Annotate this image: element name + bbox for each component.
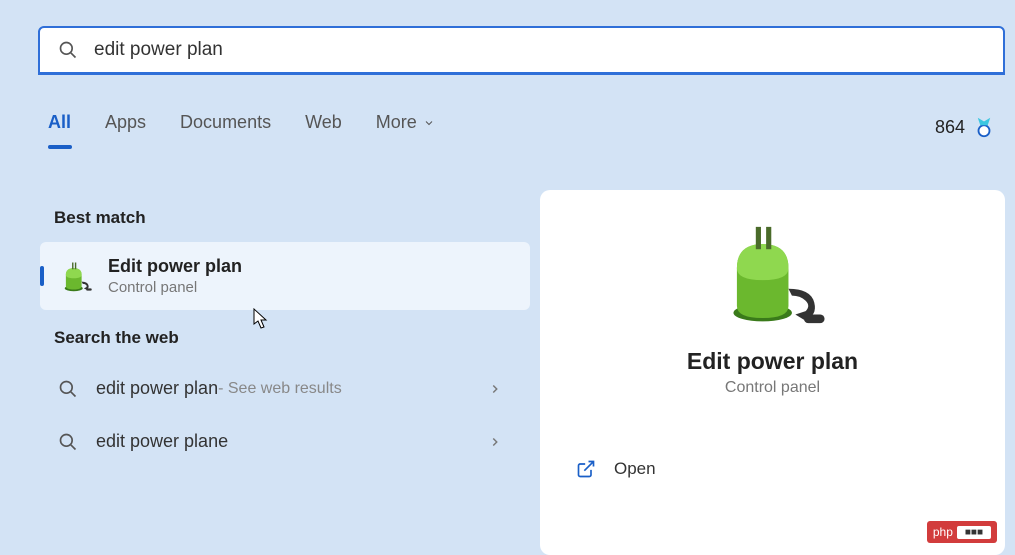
- web-result-suffix: - See web results: [218, 380, 342, 398]
- filter-tabs: All Apps Documents Web More 864: [48, 112, 995, 143]
- power-plan-icon-large: [718, 220, 828, 330]
- rewards-points[interactable]: 864: [935, 117, 995, 139]
- search-icon: [58, 432, 78, 452]
- search-icon: [58, 40, 78, 60]
- chevron-right-icon: [488, 382, 502, 396]
- tab-documents[interactable]: Documents: [180, 112, 271, 143]
- search-input[interactable]: [94, 39, 985, 61]
- result-subtitle: Control panel: [108, 279, 242, 296]
- search-bar[interactable]: [38, 26, 1005, 75]
- tab-more[interactable]: More: [376, 112, 435, 143]
- search-icon: [58, 379, 78, 399]
- tab-more-label: More: [376, 112, 417, 133]
- result-text: Edit power plan Control panel: [108, 256, 242, 296]
- watermark-main: php: [933, 525, 953, 539]
- web-result-query: edit power plan: [96, 378, 218, 399]
- web-result-query: edit power plane: [96, 431, 228, 452]
- search-results: Best match Edit power plan Control panel…: [40, 190, 530, 468]
- power-plan-icon: [58, 258, 94, 294]
- section-search-web: Search the web: [54, 328, 530, 348]
- chevron-right-icon: [488, 435, 502, 449]
- detail-pane: Edit power plan Control panel Open: [540, 190, 1005, 555]
- tab-apps[interactable]: Apps: [105, 112, 146, 143]
- rewards-icon: [973, 117, 995, 139]
- open-icon: [576, 459, 596, 479]
- points-value: 864: [935, 117, 965, 138]
- best-match-result[interactable]: Edit power plan Control panel: [40, 242, 530, 310]
- watermark-badge: php ■■■: [927, 521, 997, 543]
- web-result-1[interactable]: edit power plane: [40, 415, 530, 468]
- tab-web[interactable]: Web: [305, 112, 342, 143]
- watermark-sub: ■■■: [957, 526, 991, 539]
- open-label: Open: [614, 459, 656, 479]
- web-result-0[interactable]: edit power plan - See web results: [40, 362, 530, 415]
- detail-subtitle: Control panel: [570, 379, 975, 397]
- result-title: Edit power plan: [108, 256, 242, 277]
- section-best-match: Best match: [54, 208, 530, 228]
- open-action[interactable]: Open: [570, 447, 975, 491]
- tab-all[interactable]: All: [48, 112, 71, 143]
- detail-title: Edit power plan: [570, 348, 975, 375]
- chevron-down-icon: [423, 117, 435, 129]
